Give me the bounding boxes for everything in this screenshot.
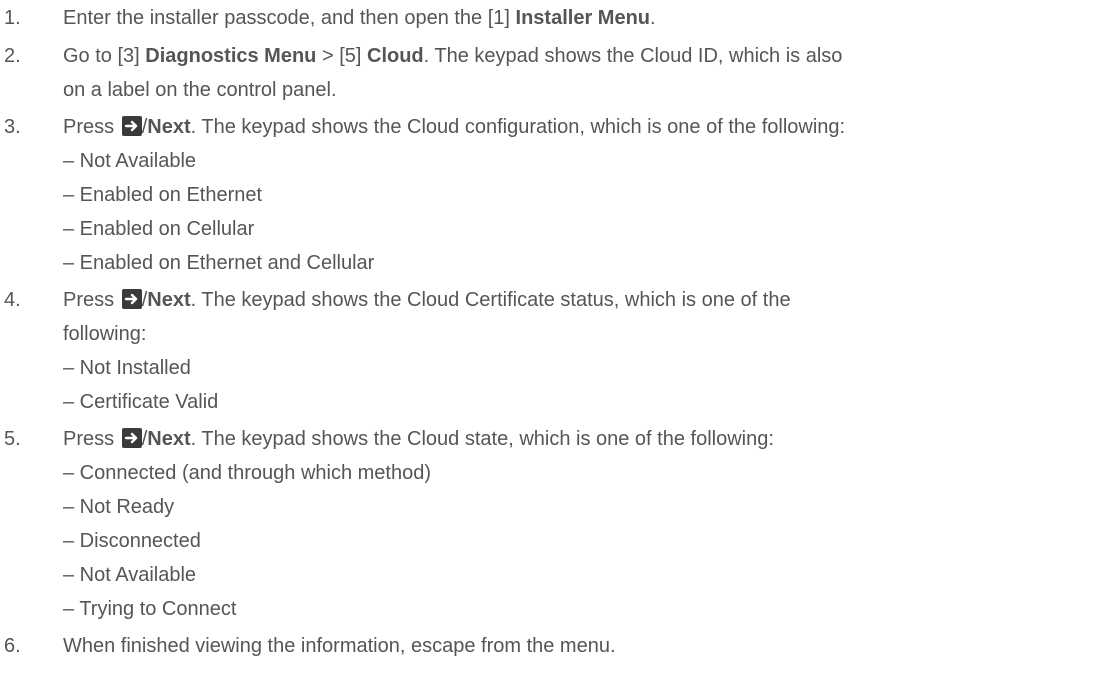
option-text: – Certificate Valid	[63, 391, 219, 413]
menu-name: Diagnostics Menu	[145, 45, 317, 67]
option-text: – Enabled on Cellular	[63, 218, 255, 240]
step-number: 2.	[4, 45, 21, 67]
step-number: 1.	[4, 7, 21, 29]
step-text-segment: . The keypad shows the Cloud state, whic…	[190, 428, 774, 450]
step-text: Go to [3] Diagnostics Menu > [5] Cloud. …	[63, 43, 842, 69]
step-text-segment: Press	[63, 428, 120, 450]
step-text: Press /Next. The keypad shows the Cloud …	[63, 426, 774, 452]
option-text: – Enabled on Ethernet and Cellular	[63, 252, 375, 274]
step-text: Press /Next. The keypad shows the Cloud …	[63, 114, 845, 140]
right-arrow-key-icon	[121, 428, 142, 448]
instruction-document: 1. Enter the installer passcode, and the…	[0, 0, 1109, 699]
step-number: 5.	[4, 428, 21, 450]
step-text-segment: . The keypad shows the Cloud Certificate…	[190, 289, 791, 311]
step-text: When finished viewing the information, e…	[63, 635, 616, 657]
step-text-segment: .	[650, 7, 656, 29]
option-text: – Not Ready	[63, 496, 175, 518]
step-text-segment: Press	[63, 289, 120, 311]
step-number: 6.	[4, 635, 21, 657]
menu-name: Cloud	[367, 45, 424, 67]
step-text-segment: Go to [3]	[63, 45, 146, 67]
option-text: – Trying to Connect	[63, 598, 237, 620]
step-number: 4.	[4, 289, 21, 311]
step-text: on a label on the control panel.	[63, 79, 337, 101]
step-text: Enter the installer passcode, and then o…	[63, 5, 656, 31]
option-text: – Not Available	[63, 150, 197, 172]
step-text-segment: Press	[63, 116, 120, 138]
step-text-segment: Enter the installer passcode, and then o…	[63, 7, 516, 29]
option-text: – Not Installed	[63, 357, 191, 379]
right-arrow-key-icon	[121, 116, 142, 136]
right-arrow-key-icon	[121, 289, 142, 309]
step-number: 3.	[4, 116, 21, 138]
option-text: – Not Available	[63, 564, 197, 586]
step-text-segment: . The keypad shows the Cloud ID, which i…	[423, 45, 843, 67]
key-name: Next	[147, 289, 191, 311]
option-text: – Disconnected	[63, 530, 201, 552]
step-text: following:	[63, 323, 147, 345]
step-text-segment: > [5]	[316, 45, 367, 67]
menu-name: Installer Menu	[515, 7, 651, 29]
step-text-segment: . The keypad shows the Cloud configurati…	[190, 116, 846, 138]
step-text: Press /Next. The keypad shows the Cloud …	[63, 287, 791, 313]
key-name: Next	[147, 116, 191, 138]
option-text: – Enabled on Ethernet	[63, 184, 263, 206]
key-name: Next	[147, 428, 191, 450]
option-text: – Connected (and through which method)	[63, 462, 432, 484]
